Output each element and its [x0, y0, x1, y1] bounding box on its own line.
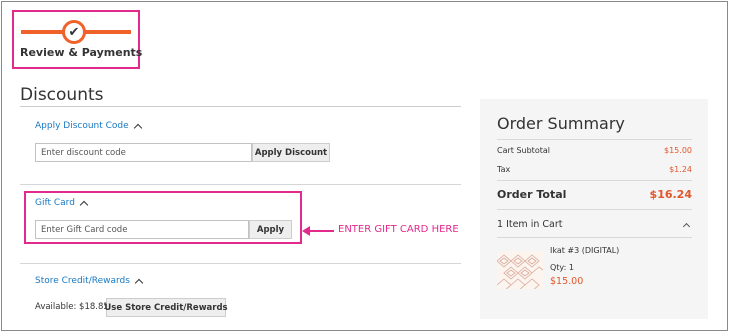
divider: [20, 106, 461, 107]
apply-discount-button[interactable]: Apply Discount: [252, 143, 330, 162]
divider: [20, 263, 461, 264]
gift-card-callout: ENTER GIFT CARD HERE: [338, 224, 459, 235]
store-credit-label: Store Credit/Rewards: [35, 276, 130, 286]
discount-code-input[interactable]: [35, 143, 252, 162]
divider: [497, 237, 692, 238]
gift-card-label: Gift Card: [35, 198, 75, 208]
chevron-up-icon: [682, 222, 691, 230]
divider: [20, 184, 461, 185]
cart-items-toggle[interactable]: 1 Item in Cart: [497, 219, 692, 230]
gift-card-input[interactable]: [35, 220, 249, 239]
gift-card-toggle[interactable]: Gift Card: [35, 198, 89, 209]
discounts-title: Discounts: [20, 85, 104, 105]
order-summary-panel: Order Summary Cart Subtotal $15.00 Tax $…: [480, 99, 708, 319]
chevron-up-icon: [133, 123, 142, 132]
subtotal-row: Cart Subtotal $15.00: [497, 146, 692, 155]
order-total-value: $16.24: [649, 188, 692, 201]
checkmark-icon: ✔: [62, 20, 86, 44]
tax-label: Tax: [497, 165, 511, 174]
divider: [497, 209, 692, 210]
subtotal-label: Cart Subtotal: [497, 146, 550, 155]
apply-gift-card-button[interactable]: Apply: [249, 220, 292, 239]
use-store-credit-button[interactable]: Use Store Credit/Rewards: [104, 298, 228, 317]
product-qty: Qty: 1: [550, 263, 574, 272]
store-credit-toggle[interactable]: Store Credit/Rewards: [35, 276, 144, 287]
available-credit: Available: $18.85: [35, 302, 109, 312]
order-summary-title: Order Summary: [497, 114, 625, 133]
order-total-row: Order Total $16.24: [497, 188, 692, 201]
subtotal-value: $15.00: [664, 146, 692, 155]
items-in-cart-label: 1 Item in Cart: [497, 219, 563, 230]
product-thumbnail: [497, 251, 543, 289]
product-price: $15.00: [550, 276, 584, 287]
tax-value: $1.24: [669, 165, 692, 174]
tax-row: Tax $1.24: [497, 165, 692, 174]
chevron-up-icon: [79, 200, 89, 209]
arrow-line: [304, 230, 334, 232]
divider: [497, 139, 692, 140]
chevron-up-icon: [134, 278, 144, 287]
apply-discount-code-toggle[interactable]: Apply Discount Code: [35, 121, 142, 132]
product-name: Ikat #3 (DIGITAL): [550, 246, 620, 255]
order-total-label: Order Total: [497, 188, 567, 201]
divider: [497, 180, 692, 181]
step-label: Review & Payments: [20, 46, 143, 59]
apply-discount-code-label: Apply Discount Code: [35, 121, 129, 131]
